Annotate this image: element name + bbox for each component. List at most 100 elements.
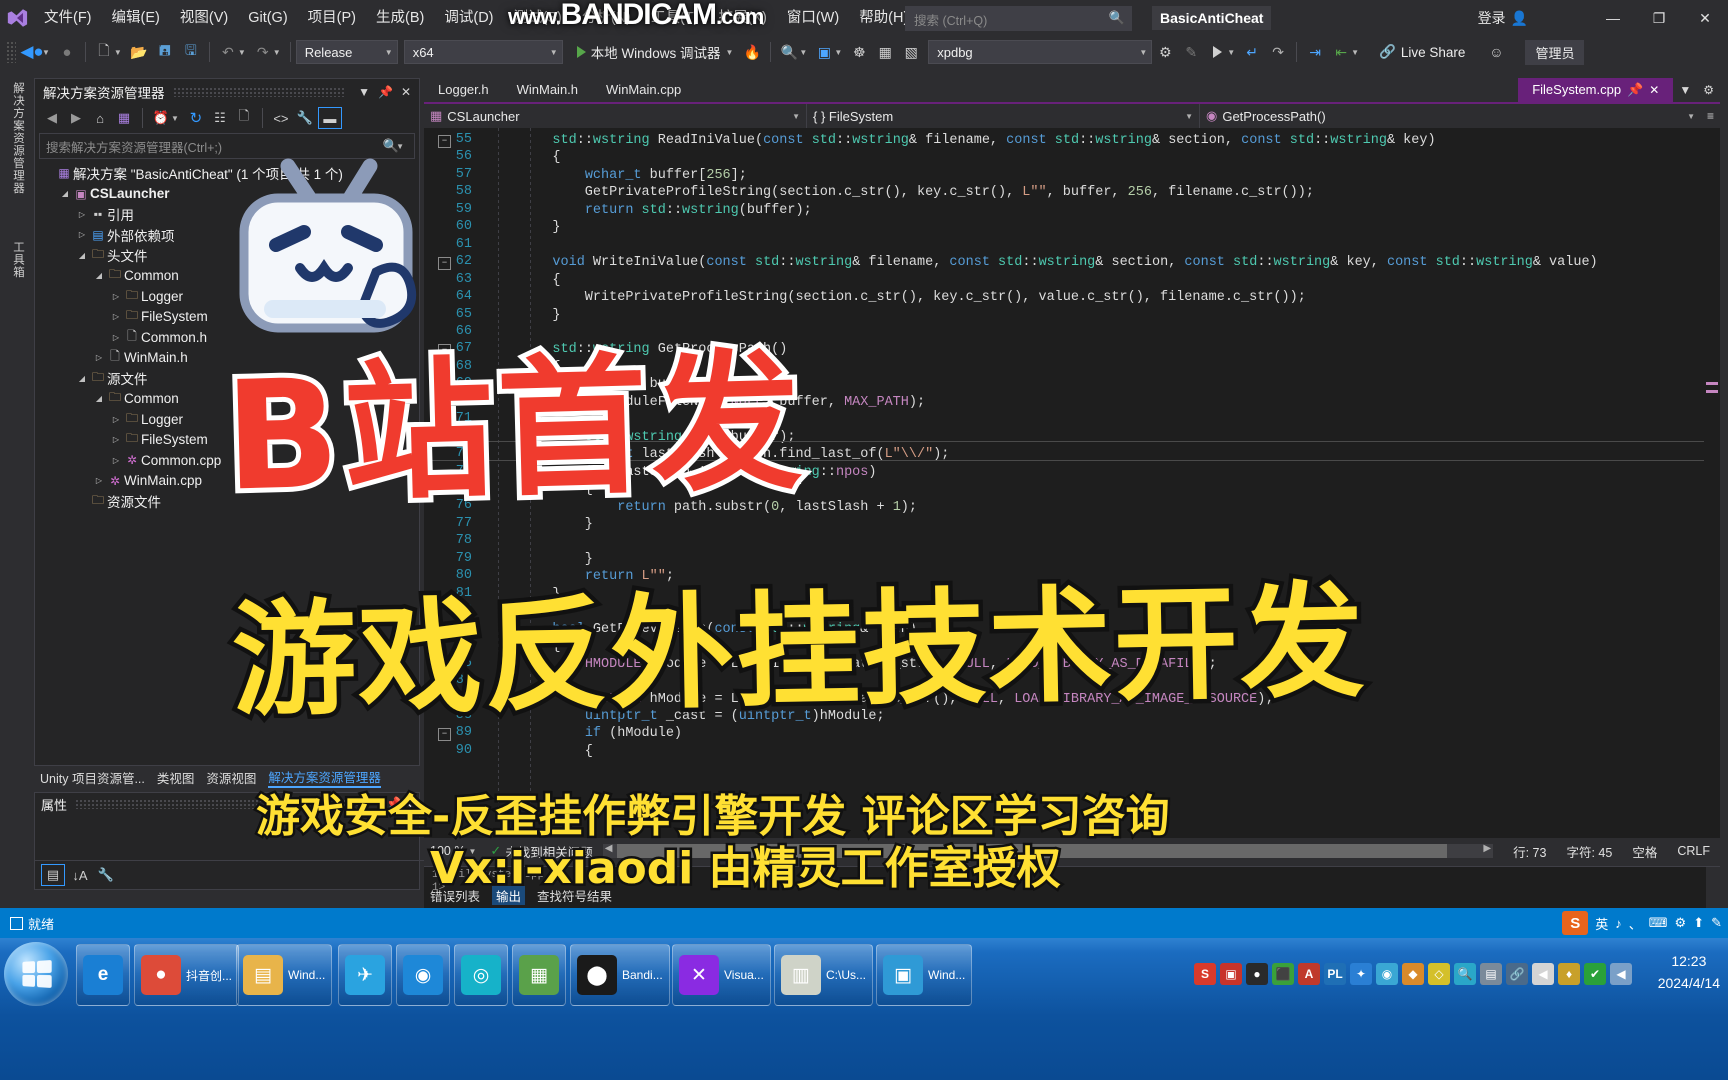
debugger-dropdown-icon[interactable]: ▼ bbox=[725, 48, 733, 57]
editor-tab-winmain-h[interactable]: WinMain.h bbox=[503, 78, 592, 102]
close-icon[interactable]: ✕ bbox=[397, 85, 415, 99]
chevron-right-icon-tree[interactable]: ▷ bbox=[92, 353, 106, 362]
pin-icon[interactable]: 📌 bbox=[374, 85, 397, 99]
chevron-down-icon-pane[interactable]: ▼ bbox=[354, 85, 374, 99]
categorized-view-icon[interactable]: ▤ bbox=[41, 864, 65, 886]
taskbar-item-app-teal-circle[interactable]: ◎ bbox=[454, 944, 508, 1006]
tray-icon-9[interactable]: ◇ bbox=[1428, 963, 1450, 985]
split-view-icon[interactable]: ≡ bbox=[1701, 109, 1720, 123]
process-combo[interactable]: xpdbg ▼ bbox=[928, 40, 1153, 64]
chevron-right-icon-tree[interactable]: ▷ bbox=[75, 230, 89, 239]
vertical-tab-toolbox[interactable]: 工具箱 bbox=[0, 233, 26, 287]
solution-icon[interactable]: ▦ bbox=[113, 108, 135, 128]
redo-dropdown-icon[interactable]: ▼ bbox=[273, 48, 285, 57]
select-window-dropdown-icon[interactable]: ▼ bbox=[834, 48, 846, 57]
tray-icon-6[interactable]: ✦ bbox=[1350, 963, 1372, 985]
editor-tab-winmain-cpp[interactable]: WinMain.cpp bbox=[592, 78, 695, 102]
view-code-icon[interactable]: <> bbox=[270, 108, 292, 128]
main-menu[interactable]: 文件(F) 编辑(E) 视图(V) Git(G) 项目(P) 生成(B) 调试(… bbox=[34, 0, 918, 36]
ime-pen-icon[interactable]: ✎ bbox=[1711, 915, 1722, 931]
property-pages-icon[interactable]: 🔧 bbox=[95, 865, 117, 885]
menu-item-view[interactable]: 视图(V) bbox=[170, 0, 238, 36]
taskbar-item-minecraft[interactable]: ▦ bbox=[512, 944, 566, 1006]
tray-icon-11[interactable]: ▤ bbox=[1480, 963, 1502, 985]
spy-tool-icon[interactable]: ☸ bbox=[846, 40, 872, 64]
tray-icon-2[interactable]: ● bbox=[1246, 963, 1268, 985]
chevron-right-icon-tree[interactable]: ▷ bbox=[92, 476, 106, 485]
tray-icon-0[interactable]: S bbox=[1194, 963, 1216, 985]
taskbar-item-visual-studio[interactable]: ✕ Visua... bbox=[672, 944, 771, 1006]
tray-icon-7[interactable]: ◉ bbox=[1376, 963, 1398, 985]
step-into-icon[interactable]: ↵ bbox=[1239, 40, 1265, 64]
menu-item-git[interactable]: Git(G) bbox=[238, 0, 297, 36]
chevron-down-icon-tree[interactable]: ◢ bbox=[92, 271, 106, 280]
taskbar-item-app-blue-circle[interactable]: ◉ bbox=[396, 944, 450, 1006]
continue-dropdown-icon[interactable]: ▼ bbox=[1227, 48, 1239, 57]
toolbar-grip[interactable] bbox=[6, 41, 16, 63]
open-file-icon[interactable]: 📂 bbox=[126, 40, 152, 64]
refresh-icon[interactable]: ↻ bbox=[185, 108, 207, 128]
minimize-button[interactable]: — bbox=[1590, 0, 1636, 36]
chevron-right-icon-tree[interactable]: ▷ bbox=[109, 312, 123, 321]
chevron-right-icon-tree[interactable]: ▷ bbox=[75, 210, 89, 219]
indentation-mode[interactable]: 空格 bbox=[1622, 842, 1667, 861]
chevron-down-icon-tree[interactable]: ◢ bbox=[75, 251, 89, 260]
nav-project-combo[interactable]: ▦ CSLauncher ▼ bbox=[424, 104, 807, 128]
nav-member-combo[interactable]: ◉ GetProcessPath() ▼ bbox=[1200, 104, 1701, 128]
ime-toolbox-icon[interactable]: ⚙ bbox=[1675, 915, 1687, 931]
chevron-right-icon-tree[interactable]: ▷ bbox=[109, 435, 123, 444]
step-over-icon[interactable]: ↷ bbox=[1265, 40, 1291, 64]
ime-up-icon[interactable]: ⬆ bbox=[1693, 915, 1704, 931]
quick-search-input[interactable]: 搜索 (Ctrl+Q) 🔍 bbox=[905, 6, 1132, 31]
output-scrollbar[interactable] bbox=[1706, 867, 1720, 909]
memory-tool-icon[interactable]: ▦ bbox=[872, 40, 898, 64]
gear-icon[interactable]: ⚙ bbox=[1697, 83, 1720, 97]
forward-icon[interactable]: ▶ bbox=[65, 108, 87, 128]
menu-item-project[interactable]: 项目(P) bbox=[298, 0, 366, 36]
platform-combo[interactable]: x64 ▼ bbox=[403, 40, 563, 64]
chevron-down-icon-tree[interactable]: ◢ bbox=[92, 394, 106, 403]
nav-scope-combo[interactable]: { } FileSystem ▼ bbox=[807, 104, 1200, 128]
fold-collapse-icon[interactable]: − bbox=[438, 257, 451, 271]
alphabetical-sort-icon[interactable]: ↓A bbox=[69, 865, 91, 885]
properties-icon[interactable]: 🔧 bbox=[294, 108, 316, 128]
fold-collapse-icon[interactable]: − bbox=[438, 135, 451, 148]
indent-dropdown-icon[interactable]: ▼ bbox=[1351, 48, 1363, 57]
tray-icon-8[interactable]: ◆ bbox=[1402, 963, 1424, 985]
line-ending-mode[interactable]: CRLF bbox=[1667, 844, 1720, 858]
show-all-files-icon[interactable]: 🗋 bbox=[233, 108, 255, 128]
back-dropdown-icon[interactable]: ▼ bbox=[42, 48, 54, 57]
menu-item-edit[interactable]: 编辑(E) bbox=[102, 0, 170, 36]
tray-icon-3[interactable]: ⬛ bbox=[1272, 963, 1294, 985]
taskbar-item-bandicam[interactable]: ⬤ Bandi... bbox=[570, 944, 670, 1006]
tray-icon-10[interactable]: 🔍 bbox=[1454, 963, 1476, 985]
home-icon[interactable]: ⌂ bbox=[89, 108, 111, 128]
back-icon[interactable]: ◀ bbox=[41, 108, 63, 128]
attach-dropdown-icon[interactable]: ▼ bbox=[799, 48, 811, 57]
tray-icon-15[interactable]: ✔ bbox=[1584, 963, 1606, 985]
indent-icon[interactable]: ⇥ bbox=[1302, 40, 1328, 64]
editor-tab-filesystem-cpp[interactable]: FileSystem.cpp 📌 ✕ bbox=[1518, 78, 1674, 102]
taskbar-item-windows-explorer[interactable]: ▤ Wind... bbox=[236, 944, 333, 1006]
chevron-right-icon-tree[interactable]: ▷ bbox=[109, 456, 123, 465]
step-tool-icon[interactable]: ⚙ bbox=[1152, 40, 1178, 64]
start-debugging-button[interactable]: 本地 Windows 调试器 ▼ bbox=[571, 40, 740, 64]
chevron-right-icon-tree[interactable]: ▷ bbox=[109, 292, 123, 301]
ime-tone-icon[interactable]: ♪ bbox=[1615, 916, 1622, 931]
ime-keyboard-icon[interactable]: ⌨ bbox=[1649, 915, 1668, 931]
menu-item-window[interactable]: 窗口(W) bbox=[777, 0, 849, 36]
chevron-down-icon-tree[interactable]: ◢ bbox=[58, 189, 72, 198]
vertical-tab-solution-explorer[interactable]: 解决方案资源管理器 bbox=[0, 74, 26, 203]
tray-icon-12[interactable]: 🔗 bbox=[1506, 963, 1528, 985]
taskbar-item-telegram[interactable]: ✈ bbox=[338, 944, 392, 1006]
sign-in-button[interactable]: 登录 👤 bbox=[1478, 8, 1528, 28]
close-button[interactable]: ✕ bbox=[1682, 0, 1728, 36]
chevron-down-icon-tree[interactable]: ◢ bbox=[75, 374, 89, 383]
hot-reload-icon[interactable]: 🔥 bbox=[739, 40, 765, 64]
tray-icon-13[interactable]: ◀ bbox=[1532, 963, 1554, 985]
ime-mode-label[interactable]: 英 bbox=[1595, 914, 1608, 933]
bottom-tab-unity[interactable]: Unity 项目资源管... bbox=[40, 768, 145, 787]
editor-vertical-scrollbar[interactable] bbox=[1704, 128, 1720, 816]
scroll-right-icon[interactable]: ▶ bbox=[1483, 843, 1491, 854]
tray-icon-14[interactable]: ♦ bbox=[1558, 963, 1580, 985]
